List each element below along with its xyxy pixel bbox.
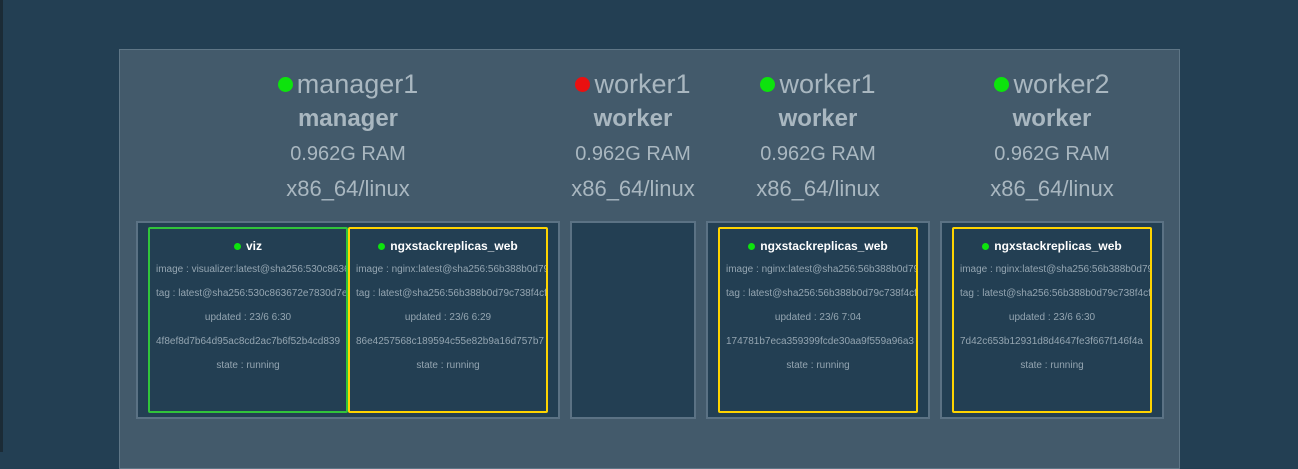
task-state: state : running	[786, 360, 850, 371]
node-ram: 0.962G RAM	[760, 143, 876, 165]
task-tag: tag : latest@sha256:530c863672e7830d7e	[156, 288, 348, 299]
node-ram: 0.962G RAM	[994, 143, 1110, 165]
node-status-up-icon	[994, 76, 1010, 92]
task-id: 174781b7eca359399fcde30aa9f559a96a3	[726, 336, 914, 347]
task-name: ngxstackreplicas_web	[760, 239, 888, 253]
task-status-icon	[378, 242, 386, 250]
node-name: worker1	[594, 69, 691, 99]
node-name: manager1	[296, 69, 419, 99]
node-name: worker2	[1013, 69, 1110, 99]
node-arch: x86_64/linux	[571, 176, 695, 201]
node-arch: x86_64/linux	[756, 176, 880, 201]
task-image: image : nginx:latest@sha256:56b388b0d79c…	[960, 264, 1152, 275]
node-header-worker1-up: worker1 worker 0.962G RAM x86_64/linux	[748, 67, 888, 203]
task-id: 7d42c653b12931d8d4647fe3f667f146f4a	[960, 336, 1143, 347]
task-updated: updated : 23/6 6:29	[404, 312, 492, 323]
node-role: worker	[778, 105, 858, 132]
node-name: worker1	[779, 69, 876, 99]
node-role: manager	[297, 105, 399, 132]
node-status-down-icon	[575, 76, 591, 92]
node-status-up-icon	[277, 76, 293, 92]
node-tasks-worker1-down	[570, 221, 696, 419]
task-state: state : running	[216, 360, 280, 371]
task-id: 86e4257568c189594c55e82b9a16d757b7	[356, 336, 544, 347]
node-role: worker	[1012, 105, 1092, 132]
task-status-icon	[748, 242, 756, 250]
task-state: state : running	[1020, 360, 1084, 371]
task-status-icon	[982, 242, 990, 250]
task-card-web[interactable]: ngxstackreplicas_web image : nginx:lates…	[952, 227, 1152, 413]
node-arch: x86_64/linux	[990, 176, 1114, 201]
node-ram: 0.962G RAM	[575, 143, 691, 165]
page-left-edge	[0, 0, 3, 452]
node-ram: 0.962G RAM	[290, 143, 406, 165]
task-tag: tag : latest@sha256:56b388b0d79c738f4cf	[960, 288, 1151, 299]
node-role: worker	[593, 105, 673, 132]
node-arch: x86_64/linux	[286, 176, 410, 201]
task-tag: tag : latest@sha256:56b388b0d79c738f4cf	[356, 288, 547, 299]
task-image: image : nginx:latest@sha256:56b388b0d79c…	[726, 264, 918, 275]
task-card-viz[interactable]: viz image : visualizer:latest@sha256:530…	[148, 227, 348, 413]
task-name: ngxstackreplicas_web	[390, 239, 518, 253]
task-card-web[interactable]: ngxstackreplicas_web image : nginx:lates…	[718, 227, 918, 413]
task-image: image : nginx:latest@sha256:56b388b0d79c…	[356, 264, 548, 275]
task-name: viz	[245, 239, 262, 253]
task-image: image : visualizer:latest@sha256:530c863…	[156, 264, 346, 275]
node-header-worker2: worker2 worker 0.962G RAM x86_64/linux	[982, 67, 1122, 203]
task-updated: updated : 23/6 7:04	[774, 312, 862, 323]
task-name: ngxstackreplicas_web	[994, 239, 1122, 253]
node-status-up-icon	[760, 76, 776, 92]
task-state: state : running	[416, 360, 480, 371]
task-status-icon	[233, 242, 241, 250]
task-updated: updated : 23/6 6:30	[1008, 312, 1096, 323]
task-card-web[interactable]: ngxstackreplicas_web image : nginx:lates…	[348, 227, 548, 413]
task-updated: updated : 23/6 6:30	[204, 312, 292, 323]
task-id: 4f8ef8d7b64d95ac8cd2ac7b6f52b4cd839	[156, 336, 341, 347]
task-tag: tag : latest@sha256:56b388b0d79c738f4cf	[726, 288, 917, 299]
node-header-worker1-down: worker1 worker 0.962G RAM x86_64/linux	[563, 67, 703, 203]
node-header-manager1: manager1 manager 0.962G RAM x86_64/linux	[268, 67, 428, 203]
